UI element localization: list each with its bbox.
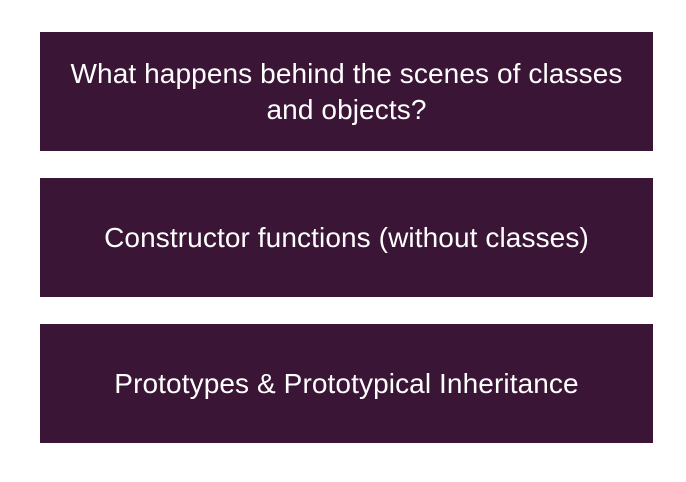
slide: What happens behind the scenes of classe… <box>0 0 686 482</box>
topic-label: Constructor functions (without classes) <box>104 221 589 253</box>
topic-label: What happens behind the scenes of classe… <box>70 57 623 125</box>
topic-box-behind-the-scenes: What happens behind the scenes of classe… <box>40 32 653 151</box>
topic-label: Prototypes & Prototypical Inheritance <box>114 367 579 399</box>
topic-box-constructor-functions: Constructor functions (without classes) <box>40 178 653 297</box>
topic-box-prototypes: Prototypes & Prototypical Inheritance <box>40 324 653 443</box>
